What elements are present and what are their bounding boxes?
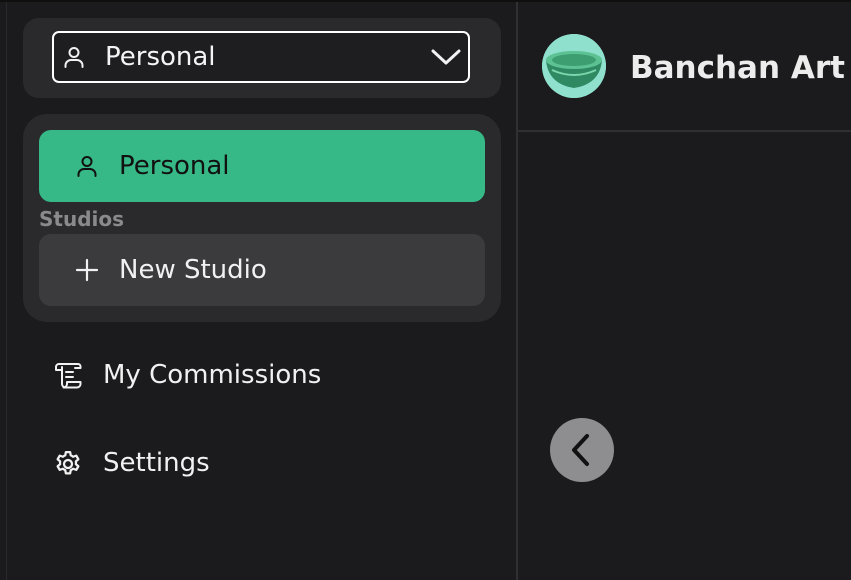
banchan-logo[interactable] bbox=[542, 34, 606, 98]
org-switcher-container: Personal bbox=[23, 18, 501, 98]
menu-item-personal-label: Personal bbox=[119, 151, 230, 181]
sidebar: Personal Personal Studios New Studio My … bbox=[6, 2, 517, 580]
gear-icon bbox=[56, 451, 80, 475]
collapse-sidebar-button[interactable] bbox=[550, 418, 614, 482]
scroll-icon bbox=[55, 363, 82, 389]
bowl-logo-icon bbox=[542, 34, 606, 98]
main-area: Banchan Art bbox=[518, 2, 851, 580]
chevron-down-icon bbox=[431, 49, 461, 65]
org-switcher-label: Personal bbox=[105, 42, 216, 72]
nav-settings[interactable]: Settings bbox=[53, 440, 473, 488]
nav-my-commissions[interactable]: My Commissions bbox=[53, 352, 473, 400]
person-icon bbox=[64, 47, 84, 68]
menu-item-personal[interactable]: Personal bbox=[39, 130, 485, 202]
nav-settings-label: Settings bbox=[103, 448, 210, 478]
studios-menu: Personal Studios New Studio bbox=[23, 114, 501, 322]
brand-name[interactable]: Banchan Art bbox=[630, 48, 845, 88]
org-switcher-select[interactable]: Personal bbox=[52, 31, 470, 83]
new-studio-label: New Studio bbox=[119, 255, 267, 285]
studios-heading: Studios bbox=[39, 207, 125, 231]
main-header: Banchan Art bbox=[518, 2, 851, 132]
nav-my-commissions-label: My Commissions bbox=[103, 360, 322, 390]
plus-icon bbox=[75, 258, 99, 282]
new-studio-button[interactable]: New Studio bbox=[39, 234, 485, 306]
chevron-left-icon bbox=[572, 434, 589, 466]
person-icon bbox=[77, 156, 97, 177]
